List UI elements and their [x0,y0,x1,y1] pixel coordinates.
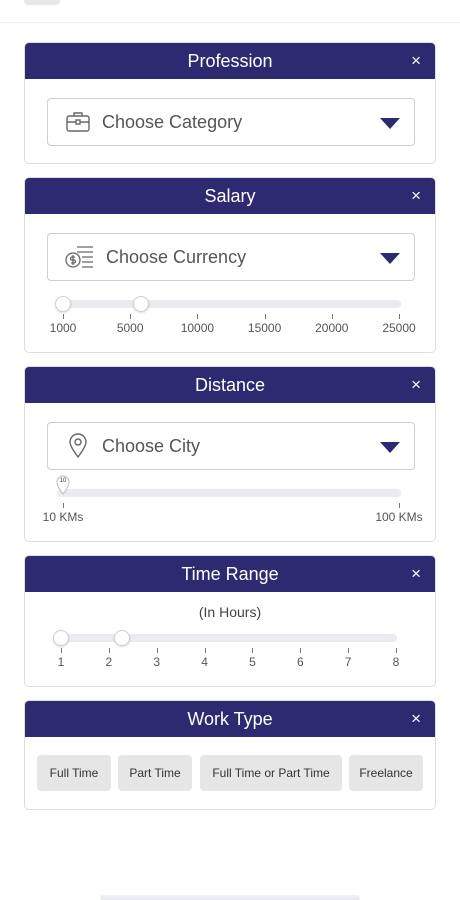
work-type-chip-freelance[interactable]: Freelance [349,755,423,791]
distance-close-icon[interactable]: × [411,367,421,403]
chevron-down-icon [380,118,400,129]
distance-card: Distance × Choose City 10 10 KMs 100 KMs [24,366,436,542]
time-range-slider-track[interactable] [57,634,397,642]
time-range-tick-label: 3 [153,655,161,669]
time-range-tick-mark [252,648,254,653]
salary-tick-mark [130,314,132,319]
currency-select[interactable]: Choose Currency [47,233,415,281]
distance-value-badge: 10 [59,478,67,484]
salary-tick-mark [264,314,266,319]
salary-tick-mark [399,314,400,319]
salary-tick-label: 25000 [382,321,416,335]
time-range-tick-label: 5 [249,655,256,669]
time-range-card: Time Range × (In Hours) 1 2 3 4 5 6 7 8 [24,555,436,687]
time-range-subtitle: (In Hours) [198,604,262,620]
salary-title: Salary [204,186,256,206]
city-select-label: Choose City [102,435,201,456]
salary-close-icon[interactable]: × [411,178,421,214]
distance-tick-label: 100 KMs [375,510,423,524]
work-type-chip-full-time[interactable]: Full Time [37,755,111,791]
time-range-title: Time Range [181,564,279,584]
salary-header: Salary × [25,178,435,214]
time-range-tick-label: 7 [344,655,352,669]
salary-card: Salary × Choose Currency 1000 5000 10000 15… [24,177,436,353]
currency-icon [64,243,96,271]
distance-header: Distance × [25,367,435,403]
salary-tick-label: 15000 [247,321,282,335]
work-type-card: Work Type × Full Time Part Time Full Tim… [24,700,436,810]
location-pin-icon [64,432,92,460]
time-range-tick-label: 2 [105,655,113,669]
work-type-chip-part-time[interactable]: Part Time [118,755,192,791]
time-range-tick-mark [396,648,397,653]
time-range-close-icon[interactable]: × [411,556,421,592]
top-bar-tab-stub [24,0,60,5]
briefcase-icon [64,108,92,136]
profession-header: Profession × [25,43,435,79]
category-select[interactable]: Choose Category [47,98,415,146]
bottom-action-bar-edge [100,895,360,900]
category-select-label: Choose Category [102,111,243,132]
salary-tick-label: 10000 [180,321,215,335]
salary-tick-mark [63,314,64,319]
currency-select-label: Choose Currency [106,246,247,267]
time-range-tick-mark [156,648,158,653]
time-range-tick-mark [61,648,62,653]
time-range-tick-label: 8 [392,655,400,669]
distance-slider-handle[interactable]: 10 [56,475,70,495]
profession-card: Profession × Choose Category [24,42,436,164]
distance-title: Distance [194,375,266,395]
salary-slider-min-handle[interactable] [55,296,71,312]
distance-tick-label: 10 KMs [42,510,84,524]
work-type-header: Work Type × [25,701,435,737]
chevron-down-icon [380,253,400,264]
salary-slider-track[interactable] [57,300,401,308]
time-range-tick-mark [204,648,206,653]
top-bar [0,0,460,23]
distance-tick-mark [399,503,400,508]
time-range-header: Time Range × [25,556,435,592]
profession-title: Profession [187,51,273,71]
distance-tick-mark [63,503,64,508]
profession-close-icon[interactable]: × [411,43,421,79]
chevron-down-icon [380,442,400,453]
time-range-tick-mark [300,648,302,653]
time-range-tick-label: 6 [296,655,304,669]
time-range-slider-max-handle[interactable] [113,630,130,646]
work-type-title: Work Type [187,709,273,729]
time-range-tick-mark [108,648,110,653]
time-range-tick-label: 1 [57,655,65,669]
salary-tick-label: 20000 [315,321,349,335]
salary-slider-max-handle[interactable] [132,296,149,312]
salary-tick-mark [331,314,333,319]
salary-tick-mark [197,314,199,319]
time-range-slider-min-handle[interactable] [53,630,69,646]
time-range-tick-mark [348,648,350,653]
distance-slider-track[interactable] [57,489,401,497]
work-type-chip-full-or-part-time[interactable]: Full Time or Part Time [200,755,342,791]
city-select[interactable]: Choose City [47,422,415,470]
work-type-close-icon[interactable]: × [411,701,421,737]
time-range-tick-label: 4 [201,655,208,669]
salary-tick-label: 5000 [116,321,144,335]
salary-tick-label: 1000 [49,321,77,335]
